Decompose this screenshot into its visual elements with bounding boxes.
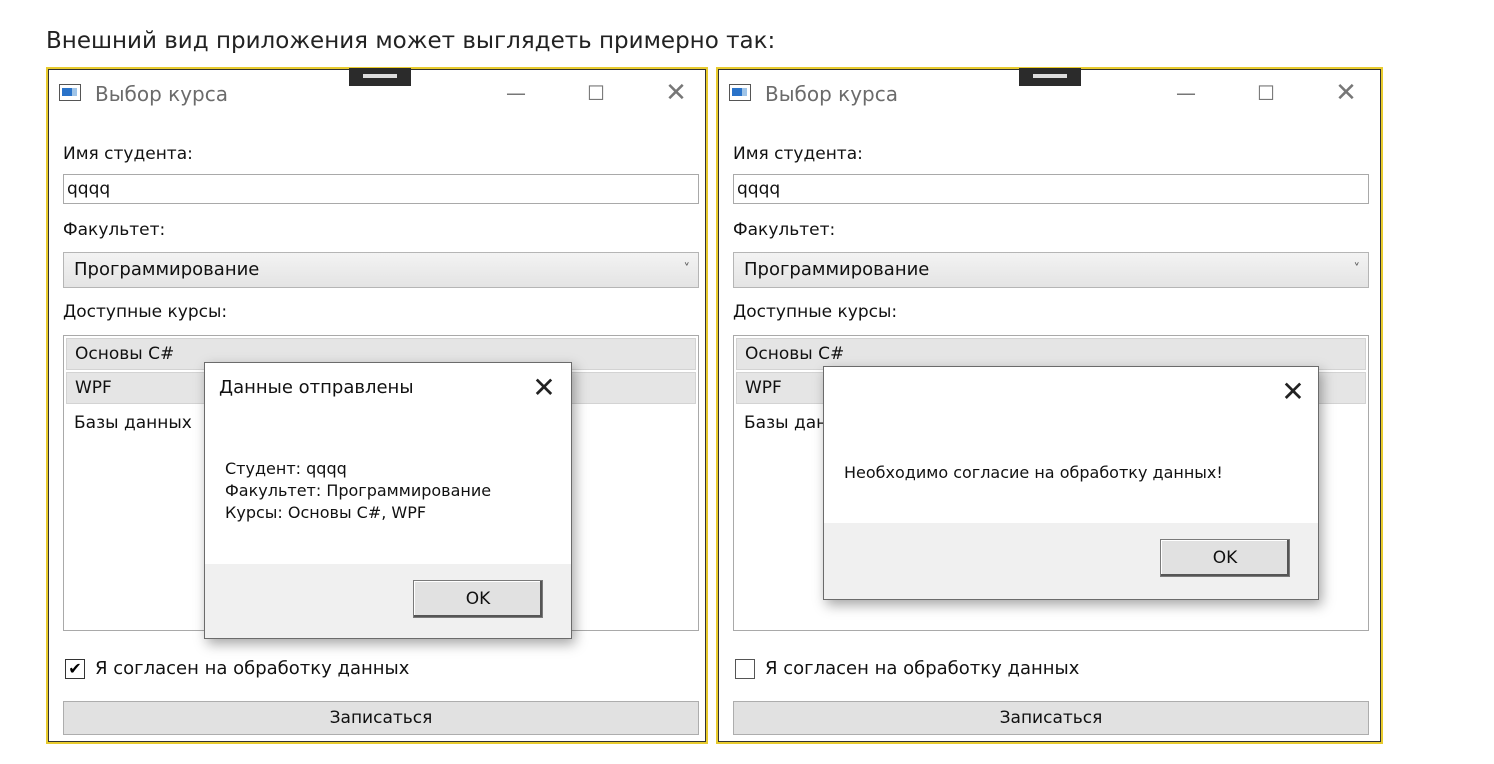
courses-label: Доступные курсы: <box>63 302 228 322</box>
minimize-button[interactable]: — <box>501 79 531 107</box>
consent-checkbox[interactable]: ✔ <box>65 659 85 679</box>
intro-text: Внешний вид приложения может выглядеть п… <box>46 28 776 54</box>
dialog-message: Студент: qqqq Факультет: Программировани… <box>225 459 492 522</box>
dialog-footer: OK <box>824 523 1318 599</box>
title-grip-icon[interactable] <box>349 68 411 86</box>
faculty-label: Факультет: <box>63 220 166 240</box>
title-bar[interactable]: Выбор курса — ☐ ✕ <box>719 68 1380 116</box>
submit-button[interactable]: Записаться <box>733 701 1369 735</box>
student-name-input[interactable]: qqqq <box>733 174 1369 204</box>
close-button[interactable]: ✕ <box>661 79 691 107</box>
dialog-close-button[interactable]: ✕ <box>529 373 559 403</box>
maximize-button[interactable]: ☐ <box>581 79 611 107</box>
window-title: Выбор курса <box>765 82 898 106</box>
app-window-left: Выбор курса — ☐ ✕ Имя студента: qqqq Фак… <box>46 67 708 744</box>
dialog-footer: OK <box>205 564 571 638</box>
dialog-title: Данные отправлены <box>219 377 414 398</box>
courses-label: Доступные курсы: <box>733 302 898 322</box>
faculty-selected-value: Программирование <box>744 259 930 280</box>
window-frame: Выбор курса — ☐ ✕ Имя студента: qqqq Фак… <box>48 68 706 742</box>
consent-checkbox[interactable] <box>735 659 755 679</box>
app-icon <box>729 84 751 101</box>
faculty-select[interactable]: Программирование ˅ <box>733 252 1369 288</box>
student-name-input[interactable]: qqqq <box>63 174 699 204</box>
close-button[interactable]: ✕ <box>1331 79 1361 107</box>
title-bar[interactable]: Выбор курса — ☐ ✕ <box>49 68 705 116</box>
maximize-button[interactable]: ☐ <box>1251 79 1281 107</box>
success-dialog: Данные отправлены ✕ Студент: qqqq Факуль… <box>204 362 572 639</box>
submit-button[interactable]: Записаться <box>63 701 699 735</box>
faculty-select[interactable]: Программирование ˅ <box>63 252 699 288</box>
warning-dialog: ✕ Необходимо согласие на обработку данны… <box>823 366 1319 600</box>
app-window-right: Выбор курса — ☐ ✕ Имя студента: qqqq Фак… <box>716 67 1383 744</box>
chevron-down-icon[interactable]: ˅ <box>1354 253 1361 287</box>
dialog-close-button[interactable]: ✕ <box>1278 377 1308 407</box>
ok-button[interactable]: OK <box>413 580 543 618</box>
consent-label[interactable]: Я согласен на обработку данных <box>95 658 409 679</box>
faculty-label: Факультет: <box>733 220 836 240</box>
app-icon <box>59 84 81 101</box>
window-title: Выбор курса <box>95 82 228 106</box>
faculty-selected-value: Программирование <box>74 259 260 280</box>
chevron-down-icon[interactable]: ˅ <box>684 253 691 287</box>
minimize-button[interactable]: — <box>1171 79 1201 107</box>
ok-button[interactable]: OK <box>1160 539 1290 577</box>
title-grip-icon[interactable] <box>1019 68 1081 86</box>
student-name-label: Имя студента: <box>63 144 193 164</box>
student-name-label: Имя студента: <box>733 144 863 164</box>
consent-label[interactable]: Я согласен на обработку данных <box>765 658 1079 679</box>
window-frame: Выбор курса — ☐ ✕ Имя студента: qqqq Фак… <box>718 68 1381 742</box>
dialog-message: Необходимо согласие на обработку данных! <box>844 463 1223 482</box>
